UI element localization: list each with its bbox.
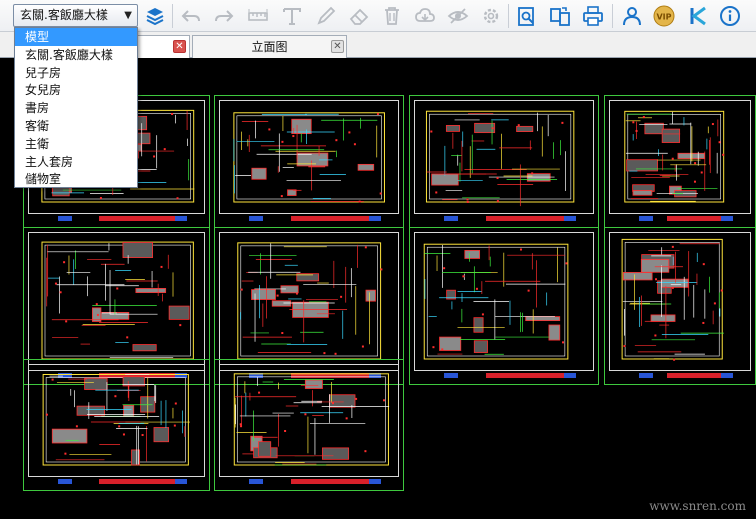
undo-icon[interactable] [178, 3, 204, 29]
eraser-icon[interactable] [346, 3, 372, 29]
dropdown-item[interactable]: 模型 [15, 28, 137, 46]
floor-plan-drawing [233, 373, 390, 466]
drawing-sheet[interactable] [409, 227, 599, 385]
close-icon[interactable]: ✕ [331, 40, 344, 53]
drawing-sheet[interactable] [214, 95, 404, 228]
sheet-title-block [414, 213, 594, 223]
drawing-sheet[interactable] [604, 95, 756, 228]
search-doc-icon[interactable] [514, 3, 540, 29]
tab-layout[interactable]: ✕ [136, 35, 190, 58]
cloud-icon[interactable] [412, 3, 438, 29]
dropdown-item[interactable]: 兒子房 [15, 64, 137, 82]
drawing-sheet[interactable] [214, 359, 404, 491]
floor-plan-drawing [624, 110, 725, 203]
layers-icon[interactable] [142, 3, 168, 29]
floor-plan-drawing [423, 243, 569, 360]
pen-icon[interactable] [313, 3, 339, 29]
tab-elevation[interactable]: 立面图 ✕ [192, 35, 347, 58]
text-icon[interactable] [279, 3, 305, 29]
vip-label: VIP [656, 13, 671, 22]
close-icon[interactable]: ✕ [173, 40, 186, 53]
drawing-sheet[interactable] [23, 359, 210, 491]
toolbar-separator [612, 4, 613, 28]
dropdown-item[interactable]: 書房 [15, 99, 137, 117]
tab-label: 立面图 [251, 40, 288, 54]
layout-select[interactable]: 玄關.客飯廳大樣 ▼ [13, 4, 138, 27]
cad-viewer-window: 玄關.客飯廳大樣 ▼ VIP ✕ 立面图 ✕ 模型 玄關.客飯廳大樣 兒子房 女… [0, 0, 756, 519]
drawing-sheet[interactable] [409, 95, 599, 228]
sheet-title-block [28, 476, 205, 486]
sheet-title-block [219, 213, 399, 223]
floor-plan-drawing [237, 242, 383, 360]
dropdown-item[interactable]: 儲物室 [15, 170, 137, 188]
settings-icon[interactable] [478, 3, 504, 29]
sheet-title-block [609, 370, 751, 380]
chevron-down-icon: ▼ [124, 10, 132, 21]
delete-icon[interactable] [379, 3, 405, 29]
floor-plan-drawing [621, 238, 724, 361]
floor-plan-drawing [42, 373, 190, 466]
hide-icon[interactable] [445, 3, 471, 29]
drawing-sheet[interactable] [604, 227, 756, 385]
sheet-title-block [414, 370, 594, 380]
logo-icon[interactable] [685, 3, 711, 29]
info-icon[interactable] [717, 3, 743, 29]
layout-dropdown-list: 模型 玄關.客飯廳大樣 兒子房 女兒房 書房 客衛 主衛 主人套房 儲物室 [14, 27, 138, 188]
sheet-title-block [609, 213, 751, 223]
convert-icon[interactable] [547, 3, 573, 29]
floor-plan-drawing [233, 112, 385, 203]
sheet-title-block [28, 213, 205, 223]
layout-select-value: 玄關.客飯廳大樣 [20, 8, 108, 22]
dropdown-item[interactable]: 客衛 [15, 117, 137, 135]
dropdown-item[interactable]: 玄關.客飯廳大樣 [15, 46, 137, 64]
floor-plan-drawing [41, 241, 194, 360]
redo-icon[interactable] [211, 3, 237, 29]
vip-icon[interactable]: VIP [651, 3, 677, 29]
watermark: www.snren.com [649, 499, 746, 513]
user-icon[interactable] [619, 3, 645, 29]
sheet-title-block [219, 476, 399, 486]
toolbar-separator [508, 4, 509, 28]
toolbar-separator [172, 4, 173, 28]
measure-icon[interactable] [245, 3, 271, 29]
dropdown-item[interactable]: 主衛 [15, 135, 137, 153]
dropdown-item[interactable]: 主人套房 [15, 153, 137, 171]
dropdown-item[interactable]: 女兒房 [15, 81, 137, 99]
floor-plan-drawing [425, 110, 575, 207]
print-icon[interactable] [580, 3, 606, 29]
